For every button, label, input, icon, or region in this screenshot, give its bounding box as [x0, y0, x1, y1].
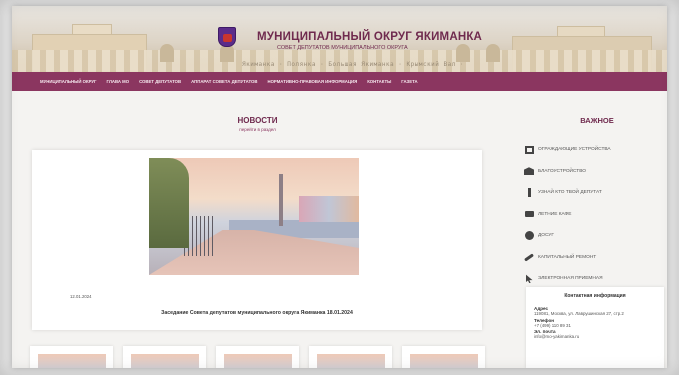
thumbnail-image [410, 354, 478, 368]
phone-value[interactable]: +7 (499) 110 89 31 [534, 323, 656, 328]
news-card[interactable]: 12.01.2024 Заседание Совета депутатов му… [32, 150, 482, 330]
wrench-icon [524, 252, 534, 262]
thumbnail-image [38, 354, 106, 368]
sidebar-item-label: ДОСУГ [538, 233, 554, 239]
news-thumbnail[interactable] [123, 346, 206, 368]
info-icon [524, 188, 534, 198]
browser-page: Якиманка · Полянка · Большая Якиманка · … [12, 6, 667, 368]
news-thumbnail[interactable] [309, 346, 392, 368]
main-nav: МУНИЦИПАЛЬНЫЙ ОКРУГ ГЛАВА МО СОВЕТ ДЕПУТ… [12, 72, 667, 91]
sidebar-item-label: БЛАГОУСТРОЙСТВО [538, 168, 587, 174]
site-subtitle: СОВЕТ ДЕПУТАТОВ МУНИЦИПАЛЬНОГО ОКРУГА [277, 45, 408, 51]
building-icon [524, 166, 534, 176]
thumbnail-image [224, 354, 292, 368]
sidebar-item-label: ЭЛЕКТРОННАЯ ПРИЕМНАЯ [538, 276, 603, 282]
email-value[interactable]: info@mo-yakimanka.ru [534, 334, 656, 339]
banner-arch [160, 44, 174, 62]
nav-item-newspaper[interactable]: ГАЗЕТА [401, 79, 417, 84]
nav-item-legal-info[interactable]: НОРМАТИВНО-ПРАВОВАЯ ИНФОРМАЦИЯ [267, 79, 357, 84]
news-title: НОВОСТИ [237, 116, 278, 125]
nav-item-head[interactable]: ГЛАВА МО [107, 79, 130, 84]
nav-item-municipal-district[interactable]: МУНИЦИПАЛЬНЫЙ ОКРУГ [40, 79, 97, 84]
image-skyline [299, 196, 359, 222]
frame-icon [524, 145, 534, 155]
header-banner: Якиманка · Полянка · Большая Якиманка · … [12, 6, 667, 72]
nav-item-council[interactable]: СОВЕТ ДЕПУТАТОВ [139, 79, 181, 84]
news-thumbnail[interactable] [216, 346, 299, 368]
sidebar-item-deputy[interactable]: УЗНАЙ КТО ТВОЙ ДЕПУТАТ [524, 182, 664, 204]
news-date: 12.01.2024 [70, 294, 92, 299]
sidebar-item-label: ОГРАЖДАЮЩИЕ УСТРОЙСТВА [538, 147, 611, 153]
contact-title: Контактная информация [564, 293, 626, 299]
thumbnail-image [131, 354, 199, 368]
leisure-icon [524, 231, 534, 241]
site-title[interactable]: МУНИЦИПАЛЬНЫЙ ОКРУГ ЯКИМАНКА [257, 31, 482, 43]
cursor-icon [524, 274, 534, 284]
news-thumbnails [30, 346, 485, 368]
sidebar-item-capital-repair[interactable]: КАПИТАЛЬНЫЙ РЕМОНТ [524, 247, 664, 269]
news-caption[interactable]: Заседание Совета депутатов муниципальног… [32, 310, 482, 316]
nav-item-contacts[interactable]: КОНТАКТЫ [367, 79, 391, 84]
banner-arch [486, 44, 500, 62]
sidebar-item-leisure[interactable]: ДОСУГ [524, 225, 664, 247]
thumbnail-image [317, 354, 385, 368]
banner-fence-text: Якиманка · Полянка · Большая Якиманка · … [242, 61, 462, 68]
news-image[interactable] [149, 158, 359, 275]
sidebar-item-improvement[interactable]: БЛАГОУСТРОЙСТВО [524, 161, 664, 183]
sidebar-title: ВАЖНОЕ [580, 116, 614, 125]
important-links: ОГРАЖДАЮЩИЕ УСТРОЙСТВА БЛАГОУСТРОЙСТВО У… [524, 139, 664, 290]
sidebar-item-label: ЛЕТНИЕ КАФЕ [538, 211, 572, 217]
contact-info-box: Контактная информация Адрес 119081, Моск… [526, 287, 664, 368]
sidebar-item-label: КАПИТАЛЬНЫЙ РЕМОНТ [538, 254, 597, 260]
coat-of-arms-logo[interactable] [218, 27, 236, 47]
sidebar-item-summer-cafe[interactable]: ЛЕТНИЕ КАФЕ [524, 204, 664, 226]
image-trees [149, 158, 189, 248]
news-section-link[interactable]: перейти в раздел [30, 127, 485, 132]
sidebar-item-label: УЗНАЙ КТО ТВОЙ ДЕПУТАТ [538, 190, 602, 196]
cafe-icon [524, 209, 534, 219]
image-monument [279, 174, 283, 226]
news-header: НОВОСТИ перейти в раздел [30, 116, 485, 132]
news-thumbnail[interactable] [30, 346, 113, 368]
sidebar-item-barriers[interactable]: ОГРАЖДАЮЩИЕ УСТРОЙСТВА [524, 139, 664, 161]
banner-arch [456, 44, 470, 62]
nav-item-council-staff[interactable]: АППАРАТ СОВЕТА ДЕПУТАТОВ [191, 79, 257, 84]
news-thumbnail[interactable] [402, 346, 485, 368]
address-value: 119081, Москва, ул. Лаврушинская 27, стр… [534, 311, 624, 316]
